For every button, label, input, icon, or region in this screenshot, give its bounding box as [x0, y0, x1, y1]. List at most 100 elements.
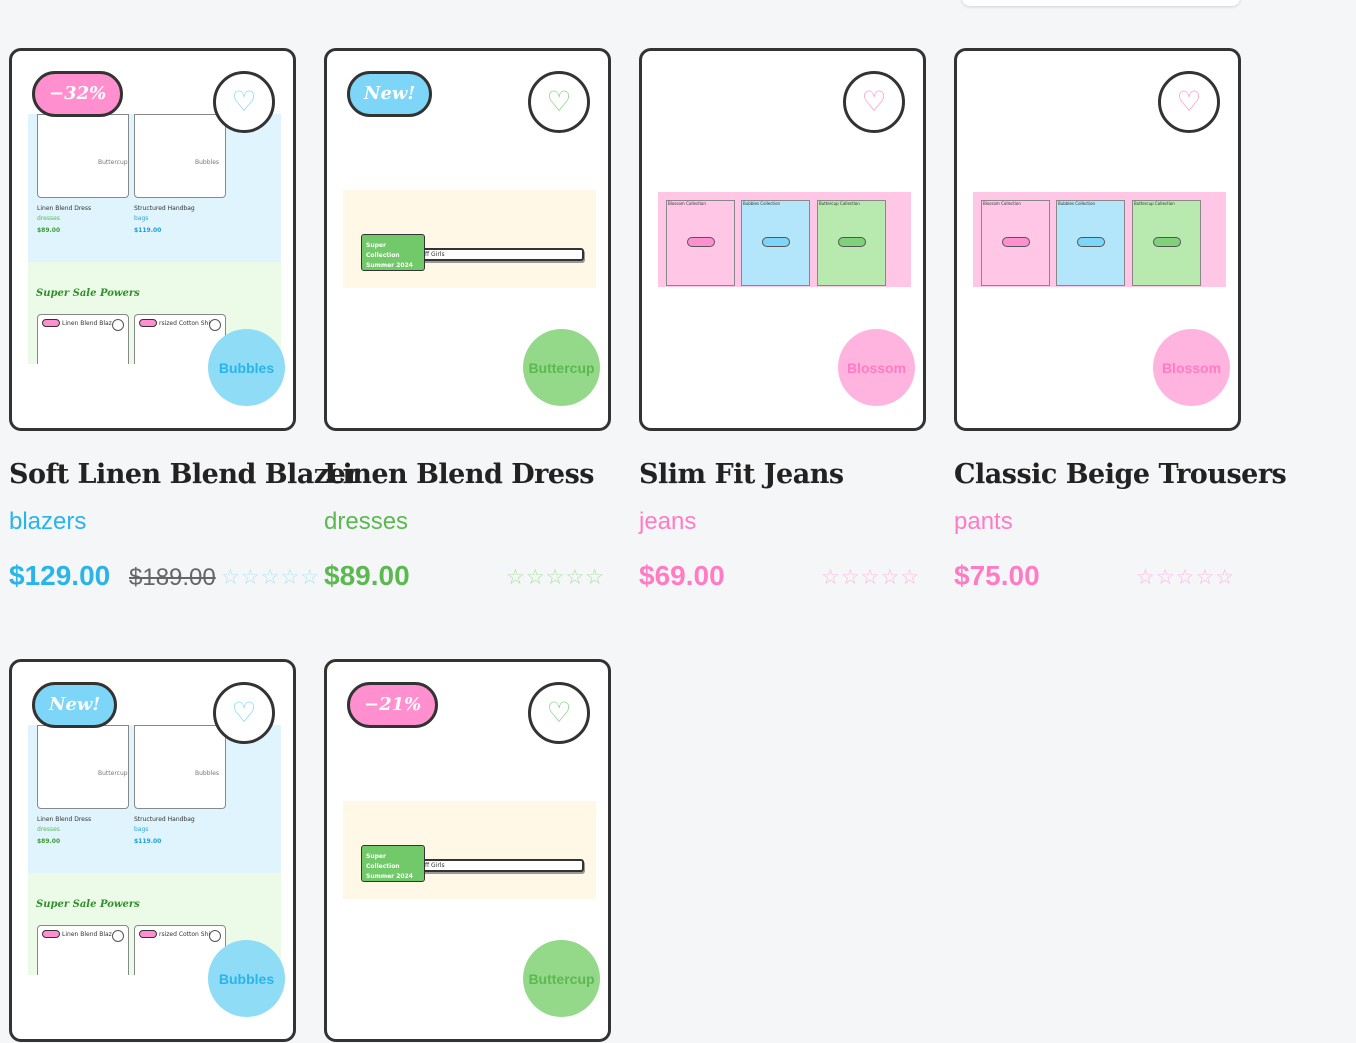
product-price: $129.00 [9, 560, 111, 591]
thumb-text: Bubbles Collection [743, 201, 781, 206]
favorite-heart-icon[interactable]: ♡ [528, 71, 590, 133]
favorite-heart-icon[interactable]: ♡ [213, 71, 275, 133]
thumb-pill [1002, 237, 1030, 247]
product-title[interactable]: Linen Blend Dress [324, 459, 594, 490]
product-title[interactable]: Slim Fit Jeans [639, 459, 844, 490]
product-category[interactable]: blazers [9, 508, 86, 536]
product-image[interactable]: ff Girls Super Collection Summer 2024 [343, 190, 596, 288]
thumb-text: Blossom Collection [668, 201, 706, 206]
product-card-trousers[interactable]: ♡ Blossom Collection Bubbles Collection … [954, 48, 1241, 431]
thumb-pill [687, 237, 715, 247]
thumb-text: Structured Handbag [134, 816, 195, 823]
thumb-top-section: Buttercup Bubbles Linen Blend Dress dres… [28, 114, 281, 262]
product-price: $89.00 [324, 560, 410, 591]
thumb-text: $89.00 [37, 227, 61, 234]
thumb-tag: Super Collection Summer 2024 [361, 234, 425, 271]
thumb-text: dresses [37, 826, 60, 833]
brand-badge: Bubbles [208, 940, 285, 1017]
product-price: $75.00 [954, 560, 1040, 591]
favorite-heart-icon[interactable]: ♡ [1158, 71, 1220, 133]
discount-badge: −21% [347, 682, 439, 728]
favorite-heart-icon[interactable]: ♡ [528, 682, 590, 744]
favorite-heart-icon[interactable]: ♡ [843, 71, 905, 133]
thumb-text: bags [134, 215, 149, 222]
product-image[interactable]: Buttercup Bubbles Linen Blend Dress dres… [28, 725, 281, 975]
thumb-mini-card: Bubbles [134, 725, 226, 809]
thumb-circle [112, 930, 124, 942]
thumb-img-alt: Bubbles [195, 770, 220, 777]
thumb-panel: Buttercup Collection [1132, 200, 1201, 286]
thumb-pill [838, 237, 866, 247]
product-category[interactable]: dresses [324, 508, 408, 536]
product-image[interactable]: Buttercup Bubbles Linen Blend Dress dres… [28, 114, 281, 364]
thumb-img-alt: Buttercup [98, 159, 128, 166]
thumb-pill [762, 237, 790, 247]
thumb-text: Linen Blend Blaz [62, 320, 112, 327]
thumb-mini-card: Linen Blend Blaz [37, 925, 129, 975]
product-card[interactable]: −21% ♡ ff Girls Super Collection Summer … [324, 659, 611, 1042]
thumb-text: $119.00 [134, 838, 162, 845]
product-title[interactable]: Soft Linen Blend Blazer [9, 459, 360, 490]
thumb-mini-card: Buttercup [37, 114, 129, 198]
brand-badge: Blossom [1153, 329, 1230, 406]
brand-badge: Buttercup [523, 940, 600, 1017]
brand-badge: Blossom [838, 329, 915, 406]
thumb-pill [139, 319, 157, 327]
thumb-text: Buttercup Collection [819, 201, 860, 206]
thumb-text: Summer 2024 [366, 873, 413, 880]
product-price: $69.00 [639, 560, 725, 591]
thumb-img-alt: Bubbles [195, 159, 220, 166]
product-category[interactable]: pants [954, 508, 1013, 536]
thumb-panel: Blossom Collection [666, 200, 735, 286]
rating-stars: ☆☆☆☆☆ [821, 565, 921, 589]
favorite-heart-icon[interactable]: ♡ [213, 682, 275, 744]
product-card[interactable]: New! ♡ Buttercup Bubbles Linen Blend Dre… [9, 659, 296, 1042]
product-old-price: $189.00 [129, 564, 216, 591]
product-card-dress[interactable]: New! ♡ ff Girls Super Collection Summer … [324, 48, 611, 431]
thumb-circle [209, 319, 221, 331]
thumb-panel: Buttercup Collection [817, 200, 886, 286]
thumb-panel: Bubbles Collection [1056, 200, 1125, 286]
thumb-text: Linen Blend Dress [37, 205, 92, 212]
thumb-text: Super Collection [366, 853, 400, 870]
thumb-pill [42, 930, 60, 938]
discount-badge: −32% [32, 71, 124, 117]
thumb-text: Bubbles Collection [1058, 201, 1096, 206]
thumb-circle [209, 930, 221, 942]
thumb-text: Blossom Collection [983, 201, 1021, 206]
thumb-text: Linen Blend Dress [37, 816, 92, 823]
thumb-mini-card: Bubbles [134, 114, 226, 198]
product-image[interactable]: Blossom Collection Bubbles Collection Bu… [973, 192, 1226, 287]
thumb-mini-card: Buttercup [37, 725, 129, 809]
product-title[interactable]: Classic Beige Trousers [954, 459, 1287, 490]
thumb-text: Super Sale Powers [36, 288, 140, 299]
thumb-pill [1153, 237, 1181, 247]
new-badge: New! [32, 682, 118, 728]
thumb-pill [139, 930, 157, 938]
thumb-text: dresses [37, 215, 60, 222]
thumb-pill [1077, 237, 1105, 247]
thumb-text: Buttercup Collection [1134, 201, 1175, 206]
thumb-text: $89.00 [37, 838, 61, 845]
brand-badge: Buttercup [523, 329, 600, 406]
dropdown-edge [962, 0, 1240, 6]
thumb-pill [42, 319, 60, 327]
product-image[interactable]: Blossom Collection Bubbles Collection Bu… [658, 192, 911, 287]
thumb-text: Super Collection [366, 242, 400, 259]
thumb-text: Summer 2024 [366, 262, 413, 269]
thumb-text: rsized Cotton Shir [159, 320, 213, 327]
thumb-circle [112, 319, 124, 331]
rating-stars: ☆☆☆☆☆ [506, 565, 606, 589]
brand-badge: Bubbles [208, 329, 285, 406]
thumb-panel: Blossom Collection [981, 200, 1050, 286]
product-image[interactable]: ff Girls Super Collection Summer 2024 [343, 801, 596, 899]
product-grid: −32% ♡ Buttercup Bubbles Linen Blend Dre… [0, 0, 1356, 1043]
product-card-blazer[interactable]: −32% ♡ Buttercup Bubbles Linen Blend Dre… [9, 48, 296, 431]
thumb-text: Structured Handbag [134, 205, 195, 212]
thumb-text: Super Sale Powers [36, 899, 140, 910]
thumb-text: ff Girls [425, 862, 445, 869]
product-category[interactable]: jeans [639, 508, 696, 536]
new-badge: New! [347, 71, 433, 117]
product-card-jeans[interactable]: ♡ Blossom Collection Bubbles Collection … [639, 48, 926, 431]
thumb-text: rsized Cotton Shir [159, 931, 213, 938]
